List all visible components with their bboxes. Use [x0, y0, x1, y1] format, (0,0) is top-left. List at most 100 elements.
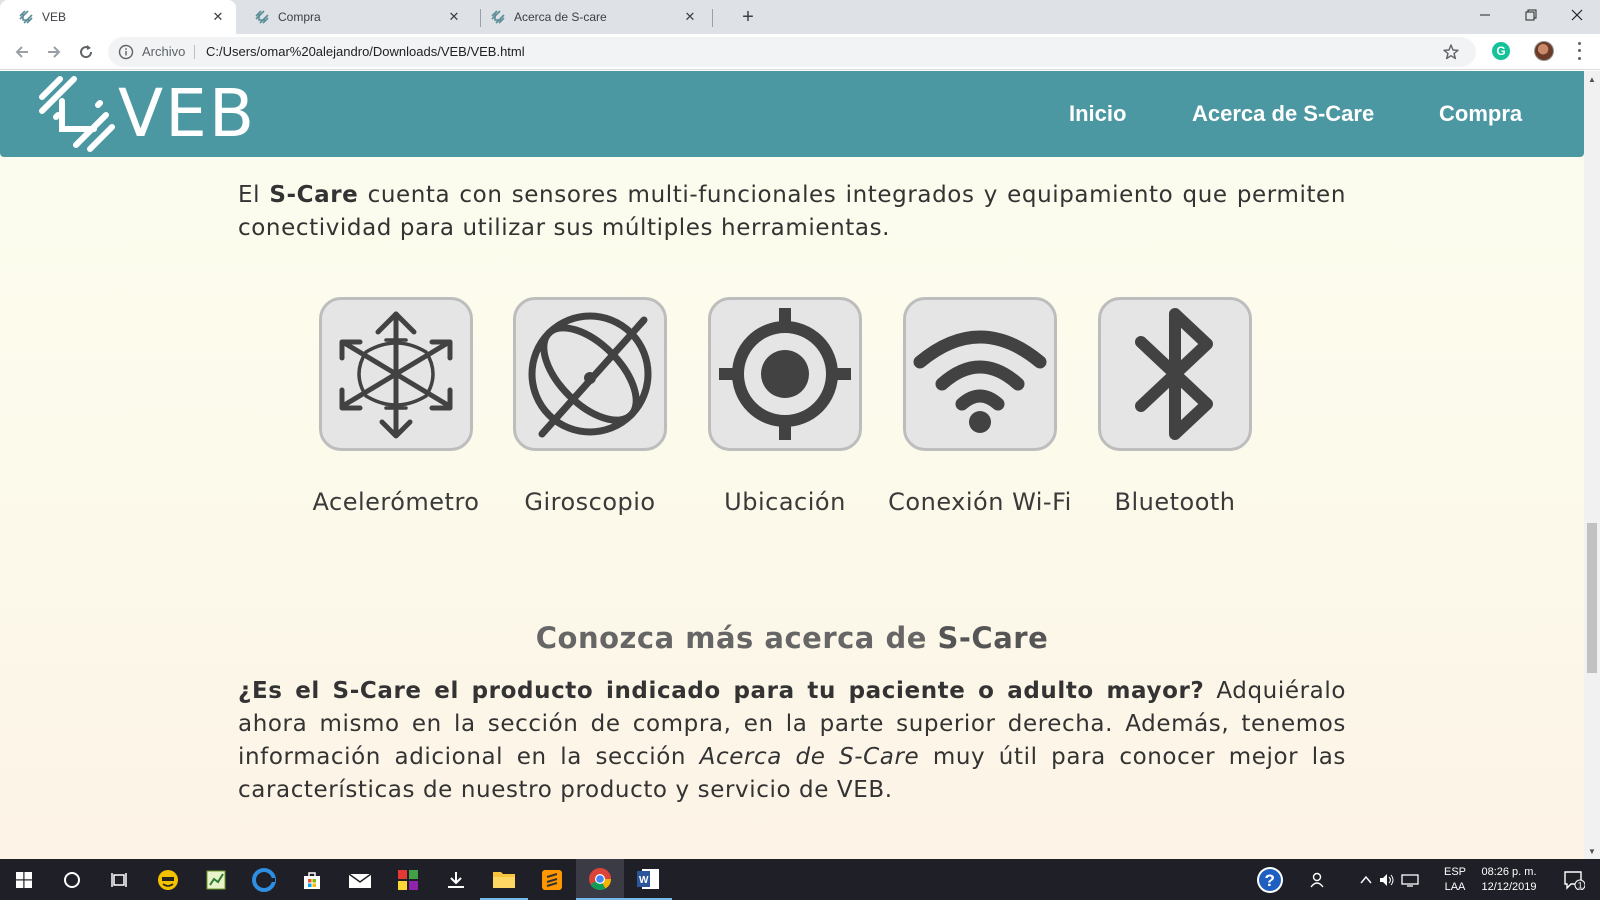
app-emoji-icon[interactable]: [144, 859, 192, 900]
feature-gyroscope: Giroscopio: [492, 297, 688, 516]
section-title: Conozca más acerca de S-Care: [238, 621, 1346, 655]
site-header: VEB Inicio Acerca de S-Care Compra: [0, 71, 1584, 157]
scroll-up-icon[interactable]: ▲: [1584, 71, 1600, 87]
section-paragraph: ¿Es el S-Care el producto indicado para …: [238, 675, 1346, 807]
reload-icon[interactable]: [74, 40, 98, 64]
chrome-icon[interactable]: [576, 859, 624, 900]
language-indicator[interactable]: ESP LAA: [1440, 865, 1470, 895]
url-text[interactable]: C:/Users/omar%20alejandro/Downloads/VEB/…: [206, 44, 525, 59]
feature-label: Bluetooth: [1114, 488, 1236, 516]
clock-time: 08:26 p. m.: [1481, 866, 1537, 878]
page-viewport: VEB Inicio Acerca de S-Care Compra El S-…: [0, 71, 1584, 859]
nav-compra[interactable]: Compra: [1439, 101, 1522, 127]
tab-title: Acerca de S-care: [514, 10, 607, 24]
nav-acerca[interactable]: Acerca de S-Care: [1192, 101, 1374, 127]
veb-favicon-icon: [254, 9, 270, 25]
notification-count: 1: [1578, 880, 1583, 890]
section-title-prefix: Conozca más acerca de: [535, 621, 938, 655]
keyboard-layout: LAA: [1444, 881, 1466, 893]
file-explorer-icon[interactable]: [480, 859, 528, 900]
section-title-brand: S-Care: [937, 621, 1049, 655]
grammarly-extension-icon[interactable]: G: [1492, 42, 1510, 60]
help-icon[interactable]: ?: [1246, 859, 1294, 900]
clock-date: 12/12/2019: [1481, 881, 1537, 893]
tray-chevron-icon[interactable]: [1356, 859, 1376, 900]
action-center-icon[interactable]: 1: [1554, 859, 1594, 900]
browser-menu-icon[interactable]: [1574, 40, 1584, 62]
feature-wifi: Conexión Wi-Fi: [882, 297, 1078, 516]
feature-tile: [1098, 297, 1252, 451]
bookmark-star-icon[interactable]: [1442, 43, 1460, 61]
volume-icon[interactable]: [1376, 859, 1398, 900]
close-window-icon[interactable]: [1554, 0, 1600, 30]
tab-close-icon[interactable]: ✕: [210, 9, 226, 25]
tab-separator: [712, 9, 713, 27]
language-code: ESP: [1443, 866, 1466, 878]
intro-brand: S-Care: [269, 182, 359, 208]
section-question: ¿Es el S-Care el producto indicado para …: [238, 678, 1205, 704]
intro-text: cuenta con sensores multi-funcionales in…: [238, 182, 1346, 241]
word-icon[interactable]: W: [624, 859, 672, 900]
address-bar[interactable]: Archivo C:/Users/omar%20alejandro/Downlo…: [108, 37, 1476, 67]
svg-text:W: W: [639, 875, 649, 886]
tab-close-icon[interactable]: ✕: [682, 9, 698, 25]
tab-strip: VEB ✕ Compra ✕ Acerca de S-care ✕ +: [0, 0, 1600, 34]
windows-taskbar: W ? ESP LAA 08:26 p. m. 12/12/2019 1: [0, 859, 1600, 900]
task-view-icon[interactable]: [96, 859, 144, 900]
search-circle-icon[interactable]: [48, 859, 96, 900]
edge-browser-icon[interactable]: [240, 859, 288, 900]
restore-icon[interactable]: [1508, 0, 1554, 30]
feature-accelerometer: Acelerómetro: [298, 297, 494, 516]
veb-favicon-icon: [490, 9, 506, 25]
feature-bluetooth: Bluetooth: [1077, 297, 1273, 516]
gyroscope-icon: [528, 312, 652, 438]
tab-title: VEB: [42, 10, 67, 24]
scheme-label: Archivo: [142, 44, 186, 59]
feature-label: Acelerómetro: [312, 488, 480, 516]
feature-label: Conexión Wi-Fi: [888, 488, 1072, 516]
new-tab-button[interactable]: +: [736, 5, 760, 29]
intro-prefix: El: [238, 182, 270, 208]
tab-close-icon[interactable]: ✕: [446, 9, 462, 25]
sublime-text-icon[interactable]: [528, 859, 576, 900]
browser-toolbar: Archivo C:/Users/omar%20alejandro/Downlo…: [0, 34, 1600, 70]
tab-title: Compra: [278, 10, 321, 24]
page-scrollbar[interactable]: ▲ ▼: [1584, 71, 1600, 859]
omnibox-divider: [194, 45, 195, 59]
accelerometer-icon: [339, 311, 453, 439]
people-icon[interactable]: [1294, 859, 1342, 900]
feature-tile: [319, 297, 473, 451]
browser-tab-compra[interactable]: Compra ✕: [236, 0, 472, 34]
minimize-icon[interactable]: [1462, 0, 1508, 30]
veb-favicon-icon: [18, 9, 34, 25]
forward-icon[interactable]: [42, 40, 66, 64]
wifi-icon: [913, 330, 1047, 433]
browser-tab-acerca[interactable]: Acerca de S-care ✕: [472, 0, 708, 34]
feature-tile: [513, 297, 667, 451]
clock[interactable]: 08:26 p. m. 12/12/2019: [1474, 865, 1544, 895]
feature-label: Giroscopio: [524, 488, 656, 516]
store-icon[interactable]: [288, 859, 336, 900]
nav-inicio[interactable]: Inicio: [1069, 101, 1126, 127]
profile-avatar[interactable]: [1534, 41, 1554, 61]
app-tiles-icon[interactable]: [384, 859, 432, 900]
browser-tab-veb[interactable]: VEB ✕: [0, 0, 236, 34]
section-link-acerca: Acerca de S-Care: [699, 744, 920, 770]
logo-wordmark: VEB: [118, 75, 257, 152]
bluetooth-icon: [1135, 308, 1213, 440]
scroll-thumb[interactable]: [1587, 523, 1597, 673]
feature-label: Ubicación: [724, 488, 846, 516]
svg-text:?: ?: [1265, 871, 1275, 890]
downloads-icon[interactable]: [432, 859, 480, 900]
mail-icon[interactable]: [336, 859, 384, 900]
feature-tile: [708, 297, 862, 451]
feature-tile: [903, 297, 1057, 451]
info-icon[interactable]: [118, 44, 134, 60]
intro-paragraph: El S-Care cuenta con sensores multi-func…: [238, 179, 1346, 245]
app-chart-icon[interactable]: [192, 859, 240, 900]
location-icon: [719, 308, 851, 440]
scroll-down-icon[interactable]: ▼: [1584, 843, 1600, 859]
back-icon[interactable]: [10, 40, 34, 64]
start-windows-icon[interactable]: [0, 859, 48, 900]
network-icon[interactable]: [1398, 859, 1422, 900]
